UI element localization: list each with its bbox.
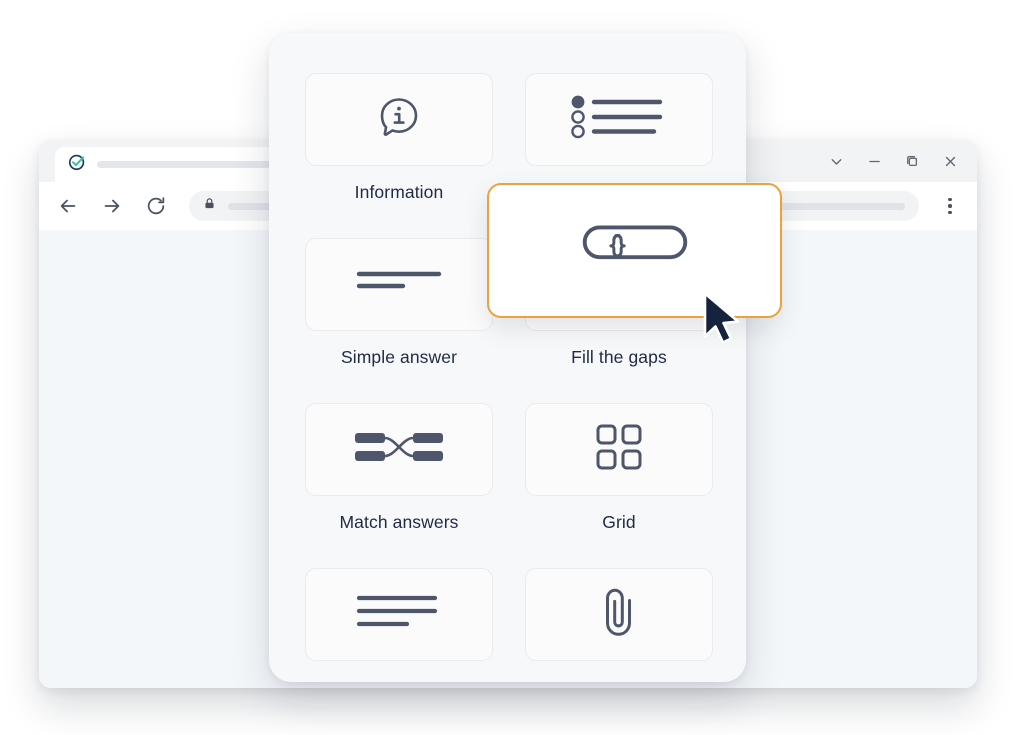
screenshot-stage: Information Simple answer Fill the gaps … <box>0 0 1024 735</box>
picker-cell-grid: Grid <box>525 403 713 568</box>
picker-tile-simple-answer[interactable] <box>305 238 493 331</box>
paragraph-icon <box>356 593 442 636</box>
picker-cell-attachment <box>525 568 713 682</box>
short-lines-icon <box>356 269 442 300</box>
chevron-down-icon[interactable] <box>819 144 853 178</box>
close-icon[interactable] <box>933 144 967 178</box>
picker-label-grid: Grid <box>602 512 636 532</box>
question-type-grid: Information Simple answer Fill the gaps … <box>305 73 713 682</box>
text-input-icon <box>572 216 698 285</box>
picker-tile-match-answers[interactable] <box>305 403 493 496</box>
picker-label-simple-answer: Simple answer <box>340 347 458 367</box>
back-arrow-icon[interactable] <box>53 191 83 221</box>
info-bubble-icon <box>373 91 425 148</box>
highlighted-option-fill-the-gaps[interactable] <box>487 183 782 318</box>
picker-tile-information[interactable] <box>305 73 493 166</box>
radio-list-icon <box>569 93 669 146</box>
question-type-picker-panel: Information Simple answer Fill the gaps … <box>269 33 746 682</box>
maximize-icon[interactable] <box>895 144 929 178</box>
picker-tile-attachment[interactable] <box>525 568 713 661</box>
check-circle-favicon <box>67 152 87 177</box>
picker-label-match-answers: Match answers <box>339 512 459 532</box>
picker-cell-simple-answer: Simple answer <box>305 238 493 403</box>
match-pairs-icon <box>353 424 445 475</box>
picker-label-information: Information <box>354 182 444 202</box>
forward-arrow-icon[interactable] <box>97 191 127 221</box>
reload-icon[interactable] <box>141 191 171 221</box>
paperclip-icon <box>594 585 644 644</box>
picker-cell-paragraph <box>305 568 493 682</box>
grid-icon <box>595 423 643 476</box>
lock-icon <box>203 197 216 215</box>
picker-tile-grid[interactable] <box>525 403 713 496</box>
picker-cell-match-answers: Match answers <box>305 403 493 568</box>
kebab-menu-icon[interactable] <box>937 197 963 215</box>
picker-cell-information: Information <box>305 73 493 238</box>
picker-tile-paragraph[interactable] <box>305 568 493 661</box>
minimize-icon[interactable] <box>857 144 891 178</box>
window-controls <box>819 140 967 182</box>
picker-tile-single-choice[interactable] <box>525 73 713 166</box>
picker-label-fill-the-gaps: Fill the gaps <box>571 347 667 367</box>
